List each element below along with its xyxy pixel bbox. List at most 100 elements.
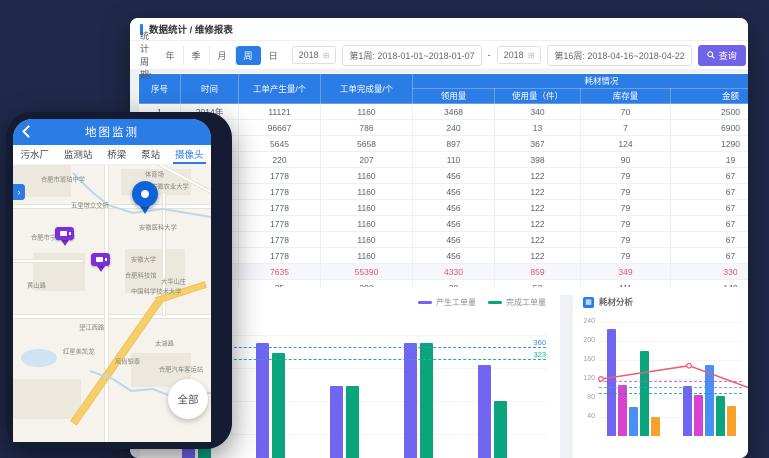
trend-line: [599, 317, 748, 436]
table-cell: 1160: [321, 216, 413, 232]
table-cell: 67: [671, 168, 749, 184]
calendar-icon: ⊞: [528, 51, 535, 60]
phone-screen: 地图监测 污水厂监测站桥梁泵站摄像头 ›: [13, 119, 211, 442]
map-canvas[interactable]: › 全部 合肥市琥珀中学体育场安徽农业大学五里墩立交桥安徽医科大学合肥市宁溪小学…: [13, 165, 211, 442]
table-cell: 1778: [239, 200, 321, 216]
period-label: 统计周期:: [140, 29, 152, 81]
table-cell: 1290: [671, 136, 749, 152]
map-label: 太湖路: [155, 339, 174, 348]
table-cell: 6900: [671, 120, 749, 136]
phone-tab-摄像头[interactable]: 摄像头: [173, 145, 206, 164]
legend-label: 产生工单量: [436, 297, 476, 308]
filter-bar: 统计周期: 年季月周日 2018 ⊞ 第1周: 2018-01-01~2018-…: [130, 41, 748, 69]
back-chevron-icon[interactable]: [22, 125, 35, 138]
bar-完成工单量: [494, 401, 507, 458]
consumables-bar-chart: 2402001601208040: [599, 317, 742, 436]
consumables-chart-title: 耗材分析: [599, 296, 633, 308]
table-cell: 1160: [321, 184, 413, 200]
breadcrumb: 数据统计 / 维修报表: [130, 18, 748, 41]
table-cell: 456: [413, 168, 495, 184]
legend-item[interactable]: 完成工单量: [488, 297, 546, 308]
bar-产生工单量: [478, 365, 491, 458]
y-axis-tick: 160: [579, 356, 595, 363]
table-cell: 1778: [239, 216, 321, 232]
period-option-日[interactable]: 日: [261, 46, 286, 65]
table-cell: 1160: [321, 200, 413, 216]
table-cell: 79: [581, 216, 671, 232]
all-filter-button[interactable]: 全部: [168, 379, 208, 419]
calendar-icon: ⊞: [323, 51, 330, 60]
workorder-chart-legend: 产生工单量 完成工单量: [418, 297, 546, 308]
table-cell: 79: [581, 248, 671, 264]
period-option-年[interactable]: 年: [158, 46, 184, 65]
table-cell: 122: [495, 232, 581, 248]
breadcrumb-text: 数据统计 / 维修报表: [149, 22, 233, 36]
table-cell: 1160: [321, 248, 413, 264]
table-cell: 1778: [239, 248, 321, 264]
phone-mockup: 地图监测 污水厂监测站桥梁泵站摄像头 ›: [6, 112, 232, 449]
phone-tab-监测站[interactable]: 监测站: [62, 145, 95, 164]
table-cell: 456: [413, 248, 495, 264]
table-cell: 79: [581, 168, 671, 184]
table-cell: 1778: [239, 232, 321, 248]
legend-item[interactable]: 产生工单量: [418, 297, 476, 308]
table-cell: 110: [413, 152, 495, 168]
period-option-季[interactable]: 季: [184, 46, 210, 65]
table-cell: 240: [413, 120, 495, 136]
table-cell: 1778: [239, 168, 321, 184]
period-option-周[interactable]: 周: [236, 46, 261, 65]
table-cell: 456: [413, 232, 495, 248]
table-cell: 3468: [413, 104, 495, 120]
map-label: 合肥汽车客运站: [159, 365, 203, 374]
sub-col-header: 使用量（件）: [495, 89, 581, 104]
y-axis-tick: 200: [579, 337, 595, 344]
table-cell: 79: [581, 232, 671, 248]
map-label: 安徽医科大学: [139, 223, 177, 232]
table-cell: 1778: [239, 184, 321, 200]
end-year-select[interactable]: 2018 ⊞: [497, 46, 542, 64]
camera-pin[interactable]: [55, 227, 74, 251]
table-cell: 456: [413, 216, 495, 232]
map-label: 望江西路: [79, 323, 104, 332]
chart-icon: ▦: [583, 297, 594, 308]
table-cell: 122: [495, 184, 581, 200]
period-option-月[interactable]: 月: [210, 46, 236, 65]
query-button-label: 查询: [719, 49, 737, 62]
table-cell: 5645: [239, 136, 321, 152]
table-cell: 456: [413, 200, 495, 216]
legend-swatch: [418, 301, 432, 304]
table-cell: 124: [581, 136, 671, 152]
map-label: 合肥科技馆: [125, 271, 157, 280]
table-cell: 367: [495, 136, 581, 152]
start-year-select[interactable]: 2018 ⊞: [292, 46, 337, 64]
consumables-chart-header: ▦ 耗材分析: [583, 296, 633, 308]
table-cell: 122: [495, 248, 581, 264]
map-label: 风尚银泰: [115, 357, 140, 366]
phone-header: 地图监测: [13, 119, 211, 145]
phone-tab-泵站[interactable]: 泵站: [139, 145, 162, 164]
map-label: 安徽大学: [131, 255, 156, 264]
end-week-input[interactable]: 第16周: 2018-04-16~2018-04-22: [547, 45, 691, 66]
selected-camera-pin[interactable]: [132, 181, 158, 215]
query-button[interactable]: 查询: [698, 45, 746, 66]
phone-tab-污水厂[interactable]: 污水厂: [18, 145, 51, 164]
table-cell: 67: [671, 184, 749, 200]
consumables-chart-card: ▦ 耗材分析 2402001601208040: [573, 287, 748, 458]
table-cell: 79: [581, 184, 671, 200]
table-cell: 96667: [239, 120, 321, 136]
table-cell: 11121: [239, 104, 321, 120]
start-week-input[interactable]: 第1周: 2018-01-01~2018-01-07: [342, 45, 481, 66]
table-cell: 122: [495, 168, 581, 184]
bar-完成工单量: [420, 343, 433, 458]
col-header: 时间: [181, 74, 239, 104]
bar-产生工单量: [256, 343, 269, 458]
phone-tab-桥梁[interactable]: 桥梁: [105, 145, 128, 164]
expand-panel-button[interactable]: ›: [13, 184, 25, 200]
table-cell: 67: [671, 248, 749, 264]
map-label: 红星美凯龙: [63, 347, 95, 356]
camera-pin[interactable]: [91, 253, 110, 277]
end-week-value: 第16周: 2018-04-16~2018-04-22: [554, 49, 684, 62]
reference-line-label: 323: [533, 351, 546, 360]
all-button-label: 全部: [178, 392, 199, 407]
table-cell: 67: [671, 216, 749, 232]
